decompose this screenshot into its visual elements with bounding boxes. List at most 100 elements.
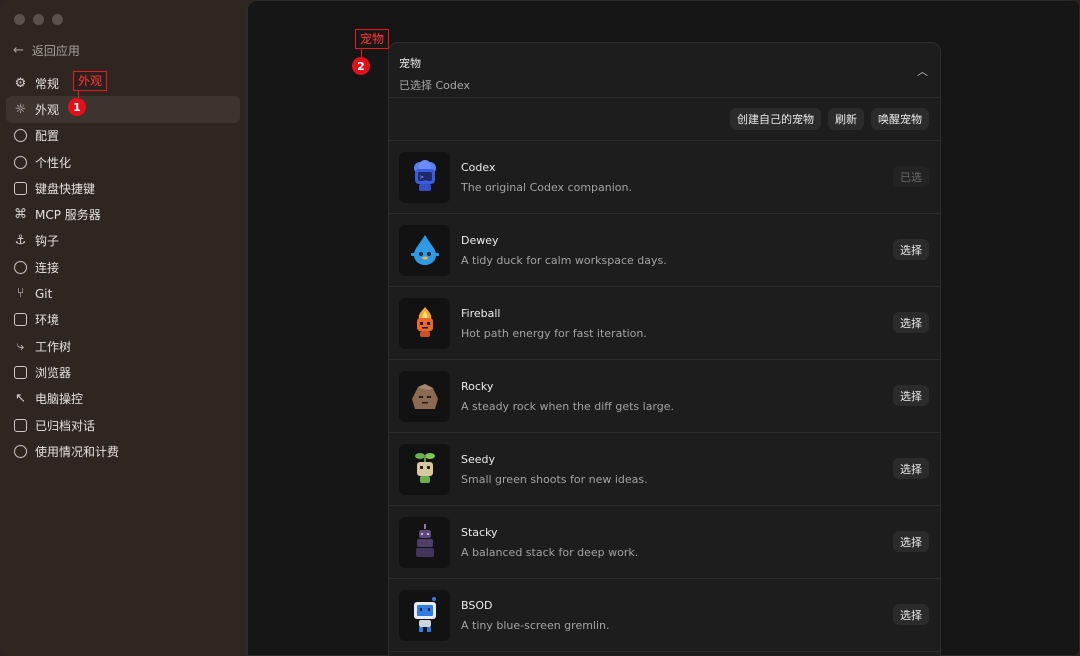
sidebar-item-git[interactable]: ⑂ Git: [6, 280, 240, 306]
pet-row-bsod: BSOD A tiny blue-screen gremlin. 选择: [389, 579, 940, 652]
fireball-pet-avatar: [399, 297, 450, 349]
select-pet-button[interactable]: 选择: [893, 458, 929, 479]
pet-name: Fireball: [461, 306, 501, 320]
globe-icon: [14, 260, 27, 274]
sidebar-item-label: 已归档对话: [35, 418, 96, 433]
pet-row-dewey: Dewey A tidy duck for calm workspace day…: [389, 214, 940, 287]
wake-pet-button[interactable]: 唤醒宠物: [871, 108, 929, 130]
select-pet-button[interactable]: 选择: [893, 385, 929, 406]
sidebar-item-computer-control[interactable]: ↖ 电脑操控: [6, 386, 240, 412]
sidebar-item-usage-billing[interactable]: 使用情况和计费: [6, 438, 240, 464]
annotation-connector: [78, 90, 79, 98]
sidebar: ← 返回应用 ⚙ 常规 ☼ 外观 配置 个性化 键盘快捷键 ⌘ MCP 服务器 …: [0, 0, 247, 656]
pet-row-fireball: Fireball Hot path energy for fast iterat…: [389, 287, 940, 360]
pet-description: A balanced stack for deep work.: [461, 545, 639, 559]
window-controls: [14, 14, 63, 25]
pet-name: Codex: [461, 160, 496, 174]
mcp-icon: ⌘: [14, 207, 27, 223]
worktree-icon: ⤷: [16, 338, 25, 354]
smile-icon: [14, 155, 27, 169]
sidebar-item-label: MCP 服务器: [35, 208, 101, 223]
pet-description: A steady rock when the diff gets large.: [461, 399, 675, 413]
sidebar-item-label: 连接: [35, 260, 60, 275]
pet-name: BSOD: [461, 598, 493, 612]
select-pet-button[interactable]: 选择: [893, 531, 929, 552]
seedy-pet-avatar: [399, 443, 450, 495]
pet-name: Stacky: [461, 525, 498, 539]
pet-description: The original Codex companion.: [461, 180, 632, 194]
pet-row-stacky: Stacky A balanced stack for deep work. 选…: [389, 506, 940, 579]
gear-icon: ⚙: [14, 75, 27, 91]
pets-panel: 宠物 已选择 Codex ︿ 创建自己的宠物 刷新 唤醒宠物 >_ Codex …: [388, 42, 941, 656]
panel-title: 宠物: [399, 57, 421, 70]
pet-row-rocky: Rocky A steady rock when the diff gets l…: [389, 360, 940, 433]
sun-icon: ☼: [14, 101, 27, 117]
git-branch-icon: ⑂: [16, 286, 25, 302]
pet-name: Rocky: [461, 379, 494, 393]
sidebar-item-label: 常规: [35, 76, 60, 91]
sidebar-item-archived-chats[interactable]: 已归档对话: [6, 412, 240, 438]
close-window-button[interactable]: [14, 14, 25, 25]
pets-toolbar: 创建自己的宠物 刷新 唤醒宠物: [389, 98, 940, 141]
sidebar-item-label: 电脑操控: [35, 392, 84, 407]
select-pet-button[interactable]: 选择: [893, 239, 929, 260]
create-pet-button[interactable]: 创建自己的宠物: [730, 108, 821, 130]
sidebar-item-hooks[interactable]: ⚓ 钩子: [6, 228, 240, 254]
anchor-icon: ⚓: [14, 233, 27, 249]
arrow-left-icon: ←: [13, 43, 24, 58]
sidebar-item-label: Git: [35, 286, 53, 301]
annotation-connector: [361, 48, 362, 57]
sidebar-item-label: 使用情况和计费: [35, 444, 120, 459]
settings-nav: ⚙ 常规 ☼ 外观 配置 个性化 键盘快捷键 ⌘ MCP 服务器 ⚓ 钩子 连接…: [6, 70, 240, 464]
pet-description: A tidy duck for calm workspace days.: [461, 253, 667, 267]
refresh-button[interactable]: 刷新: [828, 108, 864, 130]
sidebar-item-keyboard-shortcuts[interactable]: 键盘快捷键: [6, 175, 240, 201]
annotation-marker-2: 2: [352, 57, 370, 75]
sidebar-item-label: 钩子: [35, 234, 60, 249]
pet-name: Dewey: [461, 233, 499, 247]
annotation-marker-1: 1: [68, 98, 86, 116]
sidebar-item-environment[interactable]: 环境: [6, 307, 240, 333]
back-to-app-link[interactable]: ← 返回应用: [13, 42, 80, 59]
pet-row-codex: >_ Codex The original Codex companion. 已…: [389, 141, 940, 214]
pet-name: Seedy: [461, 452, 496, 466]
sidebar-item-label: 环境: [35, 313, 60, 328]
sidebar-item-label: 键盘快捷键: [35, 181, 96, 196]
dewey-pet-avatar: [399, 224, 450, 276]
sidebar-item-label: 浏览器: [35, 365, 72, 380]
settings-window: ← 返回应用 ⚙ 常规 ☼ 外观 配置 个性化 键盘快捷键 ⌘ MCP 服务器 …: [0, 0, 1080, 656]
pet-description: Hot path energy for fast iteration.: [461, 326, 647, 340]
sidebar-item-mcp-servers[interactable]: ⌘ MCP 服务器: [6, 201, 240, 227]
chevron-up-icon[interactable]: ︿: [917, 63, 928, 79]
gauge-icon: [14, 444, 27, 458]
selected-button: 已选: [893, 166, 929, 187]
cursor-click-icon: ↖: [15, 391, 26, 407]
sidebar-item-label: 配置: [35, 129, 60, 144]
sidebar-item-browser[interactable]: 浏览器: [6, 359, 240, 385]
sidebar-item-label: 工作树: [35, 339, 72, 354]
maximize-window-button[interactable]: [52, 14, 63, 25]
sidebar-item-connections[interactable]: 连接: [6, 254, 240, 280]
sidebar-item-label: 个性化: [35, 155, 72, 170]
select-pet-button[interactable]: 选择: [893, 604, 929, 625]
pet-description: A tiny blue-screen gremlin.: [461, 618, 610, 632]
minimize-window-button[interactable]: [33, 14, 44, 25]
panel-subtitle: 已选择 Codex: [399, 79, 470, 92]
browser-icon: [14, 365, 27, 379]
pets-panel-header[interactable]: 宠物 已选择 Codex ︿: [389, 43, 940, 98]
back-label: 返回应用: [31, 44, 80, 58]
sidebar-item-worktrees[interactable]: ⤷ 工作树: [6, 333, 240, 359]
settings-content: 宠物 2 宠物 已选择 Codex ︿ 创建自己的宠物 刷新 唤醒宠物 >_ C…: [247, 0, 1080, 656]
annotation-label-pets: 宠物: [355, 29, 390, 49]
sidebar-item-personalization[interactable]: 个性化: [6, 149, 240, 175]
sidebar-item-general[interactable]: ⚙ 常规: [6, 70, 240, 96]
bsod-pet-avatar: [399, 589, 450, 641]
select-pet-button[interactable]: 选择: [893, 312, 929, 333]
sidebar-item-config[interactable]: 配置: [6, 123, 240, 149]
shield-icon: [14, 129, 27, 143]
rocky-pet-avatar: [399, 370, 450, 422]
stacky-pet-avatar: [399, 516, 450, 568]
keyboard-icon: [14, 181, 27, 195]
sidebar-item-appearance[interactable]: ☼ 外观: [6, 96, 240, 123]
codex-pet-avatar: >_: [399, 151, 450, 203]
